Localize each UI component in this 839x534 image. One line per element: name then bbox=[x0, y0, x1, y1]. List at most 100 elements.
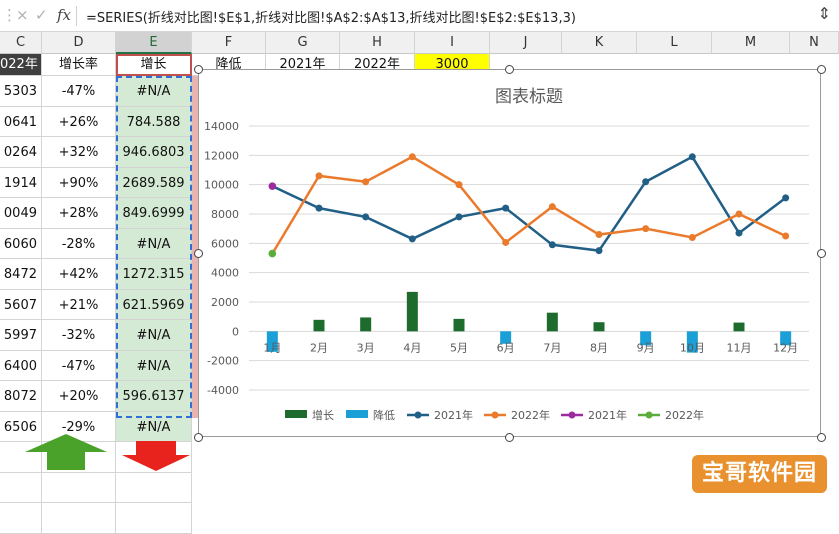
y-tick-label: 4000 bbox=[211, 267, 239, 280]
legend-label: 降低 bbox=[373, 408, 395, 422]
series-values-highlight bbox=[116, 76, 192, 418]
line-point bbox=[408, 235, 416, 243]
line-point bbox=[595, 231, 603, 239]
column-header-k[interactable]: K bbox=[562, 32, 637, 54]
cell-d1[interactable]: 增长率 bbox=[42, 54, 116, 76]
resize-handle[interactable] bbox=[194, 65, 203, 74]
line-point bbox=[362, 213, 370, 221]
column-header-g[interactable]: G bbox=[266, 32, 340, 54]
cell-empty[interactable] bbox=[0, 472, 42, 503]
line-point bbox=[408, 153, 416, 161]
line-point bbox=[455, 213, 463, 221]
cell-d[interactable]: -28% bbox=[42, 228, 116, 259]
cell-c[interactable]: 0641 bbox=[0, 106, 42, 137]
resize-handle[interactable] bbox=[817, 65, 826, 74]
line-point bbox=[688, 233, 696, 241]
resize-handle[interactable] bbox=[194, 249, 203, 258]
y-tick-label: -4000 bbox=[207, 384, 239, 397]
resize-handle[interactable] bbox=[817, 433, 826, 442]
cell-c[interactable]: 0264 bbox=[0, 137, 42, 168]
up-arrow-icon bbox=[25, 434, 107, 470]
line-point bbox=[595, 247, 603, 255]
fx-icon[interactable]: fx bbox=[57, 6, 71, 24]
cell-d[interactable]: +32% bbox=[42, 137, 116, 168]
cell-d[interactable]: +20% bbox=[42, 381, 116, 412]
cell-empty[interactable] bbox=[42, 472, 116, 503]
watermark-logo: 宝哥软件园 bbox=[692, 455, 827, 493]
line-point bbox=[455, 181, 463, 189]
column-header-h[interactable]: H bbox=[340, 32, 415, 54]
column-header-d[interactable]: D bbox=[42, 32, 116, 54]
x-tick-label: 11月 bbox=[727, 341, 752, 354]
cell-d[interactable]: +90% bbox=[42, 167, 116, 198]
chart-area[interactable]: 图表标题 -4000 -2000 0 2000 4000 6000 8000 10000 1200… bbox=[198, 69, 821, 437]
cell-c[interactable]: 5607 bbox=[0, 289, 42, 320]
cell-d[interactable]: -47% bbox=[42, 350, 116, 381]
resize-handle[interactable] bbox=[194, 433, 203, 442]
column-header-f[interactable]: F bbox=[192, 32, 266, 54]
x-tick-label: 3月 bbox=[357, 341, 375, 354]
y-tick-label: 0 bbox=[232, 325, 239, 338]
y-tick-label: 6000 bbox=[211, 237, 239, 250]
column-header-j[interactable]: J bbox=[490, 32, 562, 54]
cell-c[interactable]: 8472 bbox=[0, 259, 42, 290]
line-point bbox=[688, 153, 696, 161]
cell-c[interactable]: 1914 bbox=[0, 167, 42, 198]
bar-increase bbox=[733, 322, 745, 332]
resize-handle[interactable] bbox=[817, 249, 826, 258]
line-point bbox=[548, 241, 556, 249]
line-point bbox=[362, 178, 370, 186]
cell-c[interactable]: 5997 bbox=[0, 320, 42, 351]
cell-c[interactable]: 6400 bbox=[0, 350, 42, 381]
y-tick-label: 2000 bbox=[211, 296, 239, 309]
resize-handle[interactable] bbox=[505, 65, 514, 74]
cell-empty[interactable] bbox=[116, 503, 192, 534]
confirm-icon[interactable]: ✓ bbox=[35, 6, 48, 24]
column-header-m[interactable]: M bbox=[712, 32, 790, 54]
cell-d[interactable]: +42% bbox=[42, 259, 116, 290]
cell-d[interactable]: -32% bbox=[42, 320, 116, 351]
line-point bbox=[315, 204, 323, 212]
cell-d[interactable]: +21% bbox=[42, 289, 116, 320]
column-header-l[interactable]: L bbox=[637, 32, 712, 54]
cell-empty[interactable] bbox=[0, 503, 42, 534]
y-tick-label: 10000 bbox=[204, 179, 239, 192]
column-header-e[interactable]: E bbox=[116, 32, 192, 54]
legend-swatch bbox=[285, 410, 307, 418]
expand-icon[interactable]: ⇕ bbox=[818, 4, 831, 23]
column-header-c[interactable]: C bbox=[0, 32, 42, 54]
cell-c[interactable]: 8072 bbox=[0, 381, 42, 412]
legend-marker bbox=[491, 411, 499, 419]
y-tick-label: 14000 bbox=[204, 120, 239, 133]
cell-c[interactable]: 5303 bbox=[0, 76, 42, 107]
column-header-i[interactable]: I bbox=[415, 32, 490, 54]
cell-c[interactable]: 0049 bbox=[0, 198, 42, 229]
x-tick-label: 4月 bbox=[403, 341, 421, 354]
x-tick-label: 6月 bbox=[497, 341, 515, 354]
cell-d[interactable]: -47% bbox=[42, 76, 116, 107]
line-point bbox=[642, 178, 650, 186]
series-line-2 bbox=[271, 155, 787, 253]
cell-c1[interactable]: 022年 bbox=[0, 54, 42, 76]
x-tick-label: 1月 bbox=[263, 341, 281, 354]
line-point bbox=[502, 238, 510, 246]
legend-label: 2022年 bbox=[665, 408, 704, 422]
formula-bar: ⋮ × ✓ fx =SERIES(折线对比图!$E$1,折线对比图!$A$2:$… bbox=[0, 0, 839, 32]
bar-increase bbox=[313, 319, 325, 332]
legend-swatch bbox=[346, 410, 368, 418]
x-tick-label: 9月 bbox=[637, 341, 655, 354]
formula-input[interactable]: =SERIES(折线对比图!$E$1,折线对比图!$A$2:$A$13,折线对比… bbox=[86, 7, 576, 26]
marker-point bbox=[268, 182, 277, 190]
cell-empty[interactable] bbox=[116, 472, 192, 503]
resize-handle[interactable] bbox=[505, 433, 514, 442]
cell-d[interactable]: +26% bbox=[42, 106, 116, 137]
column-header-n[interactable]: N bbox=[790, 32, 839, 54]
x-tick-label: 7月 bbox=[543, 341, 561, 354]
bar-increase bbox=[453, 318, 465, 332]
line-comparison-chart: 图表标题 -4000 -2000 0 2000 4000 6000 8000 10000 1200… bbox=[204, 87, 809, 422]
bar-increase bbox=[593, 322, 605, 332]
cell-empty[interactable] bbox=[42, 503, 116, 534]
cell-d[interactable]: +28% bbox=[42, 198, 116, 229]
cancel-icon[interactable]: × bbox=[16, 6, 29, 24]
cell-c[interactable]: 6060 bbox=[0, 228, 42, 259]
